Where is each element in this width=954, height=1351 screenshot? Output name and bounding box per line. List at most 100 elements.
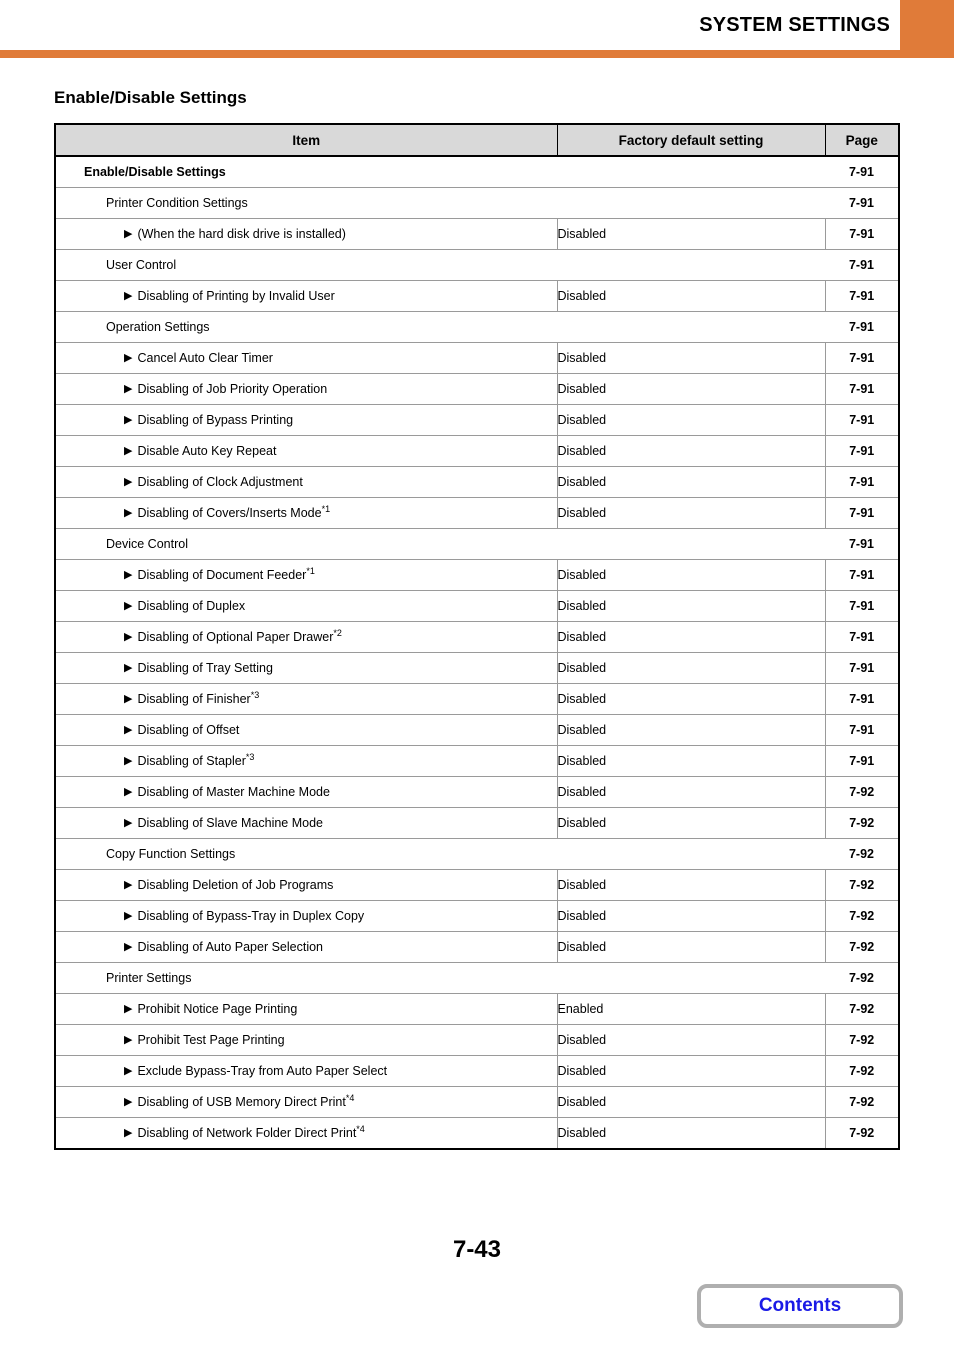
cell-item[interactable]: ▶ Disabling of Duplex [55, 590, 558, 622]
item-link[interactable]: ▶ Disabling of Finisher*3 [56, 690, 259, 706]
item-link[interactable]: ▶ Disabling of Duplex [56, 599, 245, 613]
item-link[interactable]: Printer Settings [56, 971, 191, 985]
item-link[interactable]: ▶ Disabling of Job Priority Operation [56, 382, 327, 396]
cell-page-link[interactable]: 7-91 [825, 373, 899, 405]
item-link[interactable]: ▶ Disable Auto Key Repeat [56, 444, 276, 458]
cell-item[interactable]: ▶ Disable Auto Key Repeat [55, 435, 558, 467]
cell-item[interactable]: Printer Settings [55, 962, 825, 994]
cell-item[interactable]: ▶ Disabling of Master Machine Mode [55, 776, 558, 808]
cell-page-link[interactable]: 7-92 [825, 900, 899, 932]
cell-page-link[interactable]: 7-92 [825, 962, 899, 994]
cell-item[interactable]: ▶ Cancel Auto Clear Timer [55, 342, 558, 374]
cell-page-link[interactable]: 7-92 [825, 1055, 899, 1087]
item-link[interactable]: Operation Settings [56, 320, 210, 334]
cell-item[interactable]: ▶ Prohibit Test Page Printing [55, 1024, 558, 1056]
cell-item[interactable]: ▶ Disabling of USB Memory Direct Print*4 [55, 1086, 558, 1118]
cell-item[interactable]: Printer Condition Settings [55, 187, 825, 219]
cell-item[interactable]: Enable/Disable Settings [55, 156, 825, 188]
contents-button[interactable]: Contents [697, 1284, 903, 1328]
column-header-item: Item [54, 123, 558, 157]
cell-page-link[interactable]: 7-91 [825, 745, 899, 777]
cell-page-link[interactable]: 7-91 [825, 621, 899, 653]
item-link[interactable]: Copy Function Settings [56, 847, 235, 861]
item-link[interactable]: ▶ Disabling of Stapler*3 [56, 752, 254, 768]
cell-item[interactable]: ▶ Disabling of Optional Paper Drawer*2 [55, 621, 558, 653]
cell-item[interactable]: ▶ Disabling of Offset [55, 714, 558, 746]
item-link[interactable]: ▶ Disabling of Slave Machine Mode [56, 816, 323, 830]
cell-page-link[interactable]: 7-92 [825, 1024, 899, 1056]
cell-page-link[interactable]: 7-91 [825, 311, 899, 343]
item-link[interactable]: ▶ Prohibit Notice Page Printing [56, 1002, 297, 1016]
item-link[interactable]: ▶ Disabling of Bypass-Tray in Duplex Copy [56, 909, 364, 923]
cell-page-link[interactable]: 7-92 [825, 838, 899, 870]
cell-page-link[interactable]: 7-91 [825, 404, 899, 436]
cell-page-link[interactable]: 7-91 [825, 249, 899, 281]
item-link[interactable]: Printer Condition Settings [56, 196, 248, 210]
cell-page-link[interactable]: 7-92 [825, 807, 899, 839]
table-row: ▶ Disabling of Clock Adjustment Disabled 7-… [55, 466, 899, 498]
item-link[interactable]: ▶ (When the hard disk drive is installed) [56, 227, 346, 241]
cell-page-link[interactable]: 7-91 [825, 156, 899, 188]
item-link[interactable]: ▶ Disabling of USB Memory Direct Print*4 [56, 1093, 354, 1109]
item-link[interactable]: ▶ Disabling of Bypass Printing [56, 413, 293, 427]
cell-page-link[interactable]: 7-92 [825, 993, 899, 1025]
cell-item[interactable]: ▶ (When the hard disk drive is installed) [55, 218, 558, 250]
item-link[interactable]: User Control [56, 258, 176, 272]
item-link[interactable]: ▶ Disabling of Offset [56, 723, 239, 737]
cell-item[interactable]: Operation Settings [55, 311, 825, 343]
cell-page-link[interactable]: 7-91 [825, 280, 899, 312]
cell-item[interactable]: ▶ Disabling of Tray Setting [55, 652, 558, 684]
cell-item[interactable]: ▶ Disabling of Finisher*3 [55, 683, 558, 715]
cell-item[interactable]: ▶ Disabling of Covers/Inserts Mode*1 [55, 497, 558, 529]
cell-page-link[interactable]: 7-92 [825, 931, 899, 963]
cell-page-link[interactable]: 7-91 [825, 497, 899, 529]
item-link[interactable]: Device Control [56, 537, 188, 551]
cell-page-link[interactable]: 7-91 [825, 466, 899, 498]
cell-item[interactable]: Device Control [55, 528, 825, 560]
cell-item[interactable]: ▶ Disabling of Document Feeder*1 [55, 559, 558, 591]
cell-page-link[interactable]: 7-91 [825, 590, 899, 622]
cell-page-link[interactable]: 7-92 [825, 869, 899, 901]
cell-page-link[interactable]: 7-91 [825, 714, 899, 746]
cell-page-link[interactable]: 7-91 [825, 435, 899, 467]
cell-item[interactable]: Copy Function Settings [55, 838, 825, 870]
item-link[interactable]: ▶ Disabling of Network Folder Direct Prin… [56, 1124, 365, 1140]
cell-item[interactable]: ▶ Disabling of Bypass-Tray in Duplex Copy [55, 900, 558, 932]
cell-page-link[interactable]: 7-91 [825, 683, 899, 715]
item-link[interactable]: ▶ Disabling of Optional Paper Drawer*2 [56, 628, 342, 644]
cell-page-link[interactable]: 7-92 [825, 776, 899, 808]
cell-item[interactable]: ▶ Disabling of Stapler*3 [55, 745, 558, 777]
cell-item[interactable]: ▶ Disabling of Network Folder Direct Prin… [55, 1117, 558, 1149]
item-link[interactable]: ▶ Cancel Auto Clear Timer [56, 351, 273, 365]
cell-factory-default: Disabled [557, 1024, 826, 1056]
item-link[interactable]: ▶ Disabling of Covers/Inserts Mode*1 [56, 504, 330, 520]
cell-item[interactable]: ▶ Disabling Deletion of Job Programs [55, 869, 558, 901]
item-link[interactable]: ▶ Disabling of Auto Paper Selection [56, 940, 323, 954]
item-link[interactable]: ▶ Disabling of Tray Setting [56, 661, 273, 675]
item-link[interactable]: ▶ Disabling of Clock Adjustment [56, 475, 303, 489]
item-link[interactable]: ▶ Disabling of Master Machine Mode [56, 785, 330, 799]
cell-item[interactable]: ▶ Disabling of Clock Adjustment [55, 466, 558, 498]
item-link[interactable]: ▶ Exclude Bypass-Tray from Auto Paper Sel… [56, 1064, 387, 1078]
cell-page-link[interactable]: 7-91 [825, 218, 899, 250]
cell-page-link[interactable]: 7-92 [825, 1086, 899, 1118]
item-link[interactable]: Enable/Disable Settings [56, 165, 226, 179]
cell-item[interactable]: User Control [55, 249, 825, 281]
cell-page-link[interactable]: 7-91 [825, 559, 899, 591]
cell-item[interactable]: ▶ Disabling of Printing by Invalid User [55, 280, 558, 312]
cell-item[interactable]: ▶ Exclude Bypass-Tray from Auto Paper Sel… [55, 1055, 558, 1087]
item-link[interactable]: ▶ Prohibit Test Page Printing [56, 1033, 285, 1047]
cell-item[interactable]: ▶ Prohibit Notice Page Printing [55, 993, 558, 1025]
item-link[interactable]: ▶ Disabling of Printing by Invalid User [56, 289, 335, 303]
cell-page-link[interactable]: 7-91 [825, 528, 899, 560]
cell-item[interactable]: ▶ Disabling of Job Priority Operation [55, 373, 558, 405]
cell-page-link[interactable]: 7-92 [825, 1118, 899, 1150]
cell-item[interactable]: ▶ Disabling of Slave Machine Mode [55, 807, 558, 839]
cell-item[interactable]: ▶ Disabling of Bypass Printing [55, 404, 558, 436]
cell-item[interactable]: ▶ Disabling of Auto Paper Selection [55, 931, 558, 963]
cell-page-link[interactable]: 7-91 [825, 187, 899, 219]
item-link[interactable]: ▶ Disabling of Document Feeder*1 [56, 566, 315, 582]
cell-page-link[interactable]: 7-91 [825, 652, 899, 684]
cell-page-link[interactable]: 7-91 [825, 342, 899, 374]
item-link[interactable]: ▶ Disabling Deletion of Job Programs [56, 878, 333, 892]
